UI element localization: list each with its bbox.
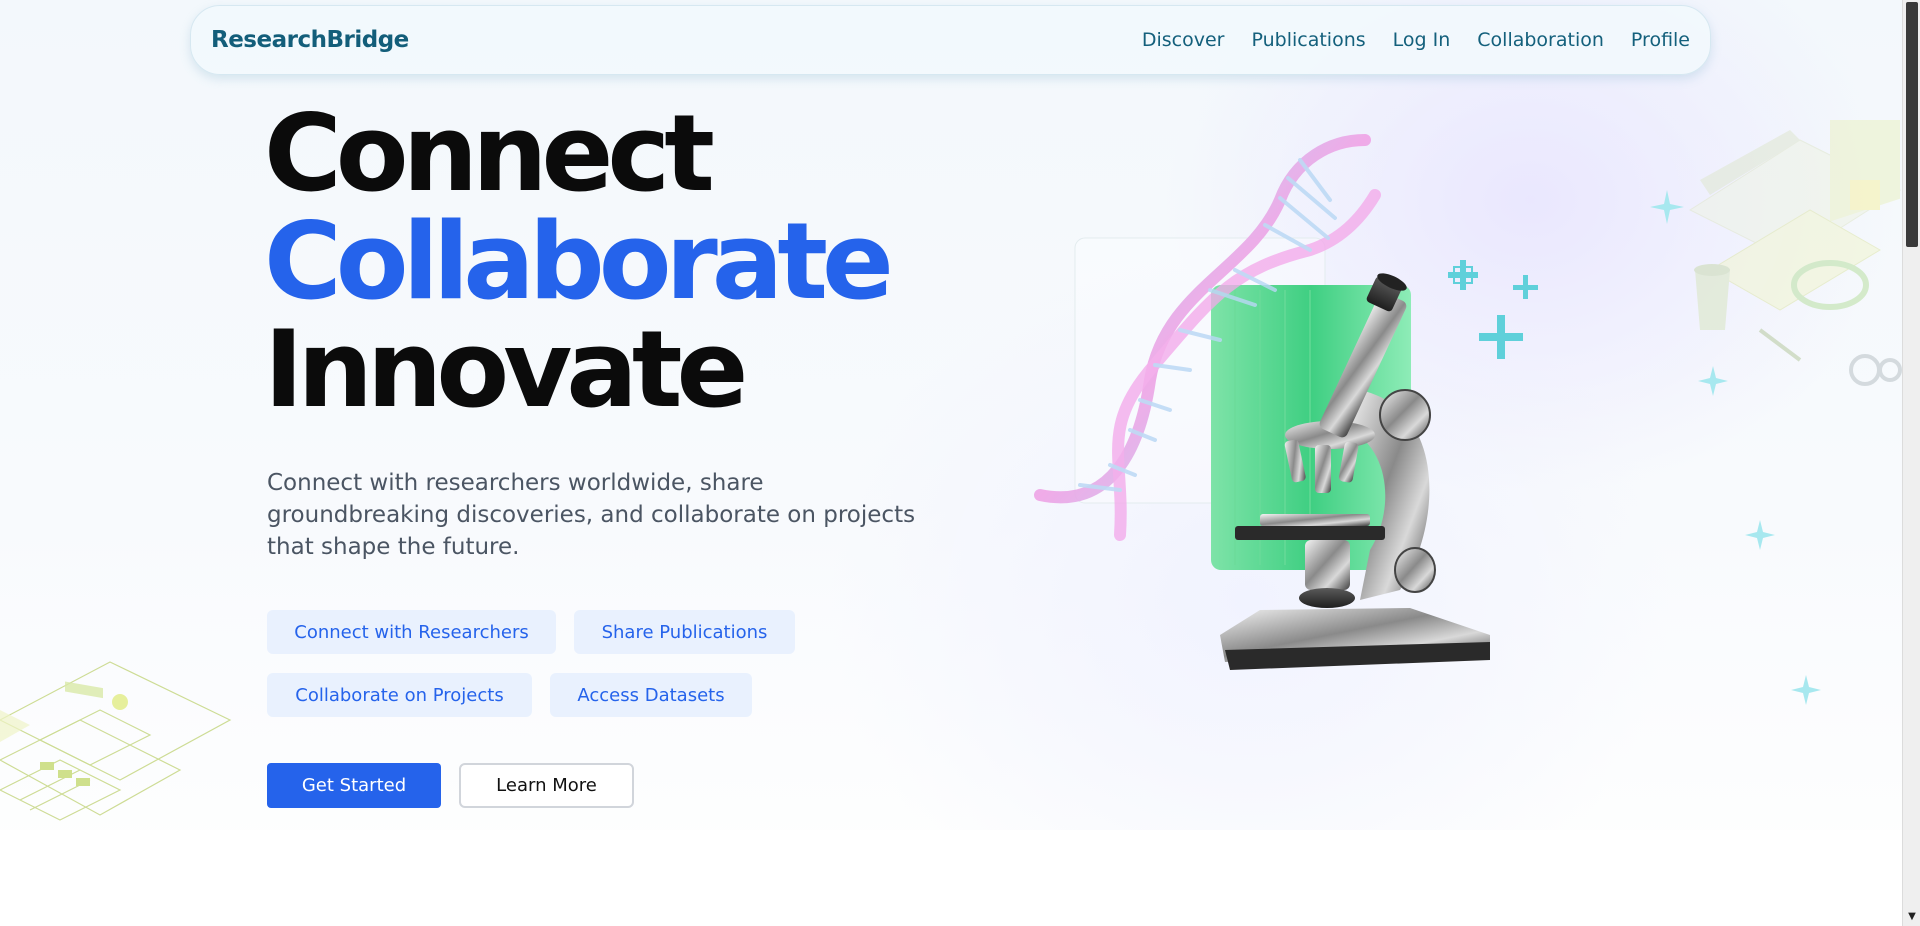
scroll-down-arrow-icon[interactable]: ▼ <box>1903 910 1920 924</box>
feature-chip-share-publications[interactable]: Share Publications <box>574 610 795 654</box>
feature-chip-access-datasets[interactable]: Access Datasets <box>550 673 752 717</box>
headline-word-connect: Connect <box>264 92 715 215</box>
feature-chip-collaborate-projects[interactable]: Collaborate on Projects <box>267 673 532 717</box>
science-illustration <box>1034 134 1538 670</box>
get-started-button[interactable]: Get Started <box>267 763 441 808</box>
section-divider <box>0 830 1902 926</box>
nav-link-login[interactable]: Log In <box>1393 29 1451 51</box>
blueprint-decoration-icon <box>0 661 232 821</box>
headline-word-innovate: Innovate <box>264 308 748 431</box>
nav-link-discover[interactable]: Discover <box>1142 29 1225 51</box>
nav-link-collaboration[interactable]: Collaboration <box>1477 29 1604 51</box>
feature-chip-connect-researchers[interactable]: Connect with Researchers <box>267 610 556 654</box>
sparkle-icon <box>1650 190 1821 705</box>
learn-more-button[interactable]: Learn More <box>459 763 634 808</box>
headline-word-collaborate: Collaborate <box>264 200 894 323</box>
hero-description: Connect with researchers worldwide, shar… <box>267 470 916 560</box>
hero-headline: Connect Collaborate Innovate <box>264 92 894 431</box>
brand-logo[interactable]: ResearchBridge <box>211 27 409 53</box>
nav-links: Discover Publications Log In Collaborati… <box>1115 29 1690 51</box>
scrollbar-thumb[interactable] <box>1906 2 1918 247</box>
top-navbar: ResearchBridge Discover Publications Log… <box>190 5 1711 75</box>
nav-link-publications[interactable]: Publications <box>1251 29 1365 51</box>
sparkle-icon <box>1448 260 1538 359</box>
page-background: ResearchBridge Discover Publications Log… <box>0 0 1902 926</box>
vertical-scrollbar[interactable]: ▼ <box>1902 0 1920 926</box>
nav-link-profile[interactable]: Profile <box>1631 29 1690 51</box>
